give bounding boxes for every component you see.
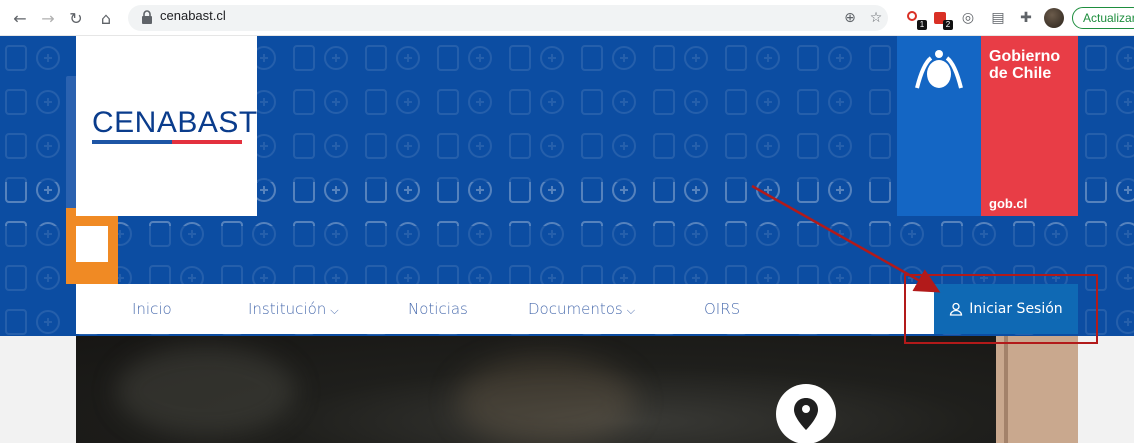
nav-item-inicio[interactable]: Inicio [132,300,172,318]
logo-text: CENABAST [92,106,258,139]
chevron-down-icon: ⌵ [330,304,339,317]
reload-icon[interactable]: ↻ [64,6,88,30]
nav-item-noticias[interactable]: Noticias [408,300,468,318]
nav-item-documentos[interactable]: Documentos ⌵ [528,300,635,318]
update-button[interactable]: Actualizar [1072,7,1134,29]
chile-coat-of-arms-icon [915,50,963,89]
nav-item-institucion[interactable]: Institución ⌵ [248,300,339,318]
location-pin-icon[interactable] [776,384,836,443]
browser-toolbar: ← → ↻ ⌂ cenabast.cl ⊕ ☆ 1 2 ◎ ▤ ✚ Actual… [0,0,1134,36]
extension-icon[interactable]: 1 [904,8,927,30]
page-gutter-right [1078,336,1134,443]
address-bar[interactable] [128,5,888,31]
back-arrow-icon[interactable]: ← [8,6,32,30]
banner-photo [76,336,1078,443]
puzzle-icon[interactable]: ✚ [1016,8,1036,28]
cenabast-logo[interactable]: CENABAST [76,36,257,216]
star-icon[interactable]: ☆ [866,8,886,28]
extension-icon[interactable]: ◎ [958,8,978,28]
extension-icon[interactable]: 2 [930,8,953,30]
chevron-down-icon: ⌵ [626,304,636,317]
nav-item-oirs[interactable]: OIRS [704,300,740,318]
gobierno-title: Gobierno de Chile [989,48,1061,82]
url-text[interactable]: cenabast.cl [160,8,226,23]
home-icon[interactable]: ⌂ [94,6,118,30]
avatar[interactable] [1044,8,1064,28]
extension-icon[interactable]: ▤ [988,8,1008,28]
zoom-icon[interactable]: ⊕ [840,8,860,28]
lock-icon [142,10,152,24]
gob-url: gob.cl [989,196,1028,211]
gobierno-de-chile-badge[interactable]: Gobierno de Chile gob.cl [897,36,1078,216]
page-gutter-left [0,336,76,443]
annotation-highlight-box [904,274,1098,344]
forward-arrow-icon[interactable]: → [36,6,60,30]
